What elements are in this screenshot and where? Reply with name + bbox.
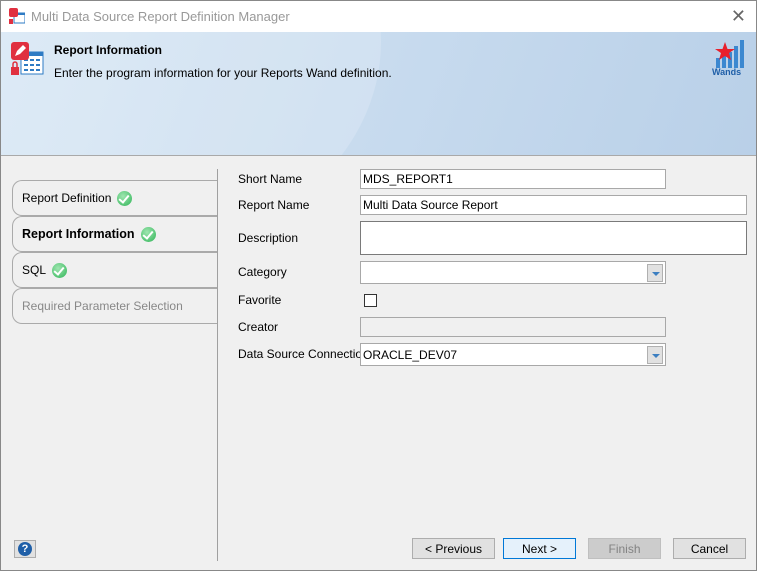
data-source-select[interactable]: ORACLE_DEV07 [360,343,666,366]
check-icon [117,190,133,206]
report-name-input[interactable]: Multi Data Source Report [360,195,747,215]
creator-label: Creator [238,320,279,334]
chevron-down-icon[interactable] [647,346,663,364]
favorite-checkbox[interactable] [364,294,377,307]
app-icon [9,8,25,24]
check-icon [140,226,156,242]
short-name-input[interactable]: MDS_REPORT1 [360,169,666,189]
finish-button: Finish [588,538,661,559]
tab-sql[interactable]: SQL [12,252,218,288]
panel-divider [217,169,218,561]
dialog-window: Multi Data Source Report Definition Mana… [0,0,757,571]
wizard-steps: Report Definition Report Information SQL… [12,180,218,324]
report-name-label: Report Name [238,198,310,212]
wands-logo: Wands [712,40,744,76]
tab-required-parameter-selection[interactable]: Required Parameter Selection [12,288,218,324]
creator-input [360,317,666,337]
check-icon [52,262,68,278]
tab-report-information[interactable]: Report Information [12,216,218,252]
previous-button[interactable]: < Previous [412,538,495,559]
cancel-button[interactable]: Cancel [673,538,746,559]
category-select[interactable] [360,261,666,284]
wizard-header: Report Information Enter the program inf… [1,32,756,156]
header-subtitle: Enter the program information for your R… [54,66,392,80]
help-button[interactable]: ? [14,540,36,558]
favorite-label: Favorite [238,293,282,307]
title-bar: Multi Data Source Report Definition Mana… [1,1,756,32]
description-textarea[interactable] [360,221,747,255]
close-icon[interactable]: ✕ [731,6,746,27]
data-source-label: Data Source Connection [238,347,369,361]
header-title: Report Information [54,43,162,57]
category-label: Category [238,265,287,279]
next-button[interactable]: Next > [503,538,576,559]
svg-text:Wands: Wands [712,67,741,76]
help-icon: ? [18,542,32,556]
description-label: Description [238,231,299,245]
chevron-down-icon[interactable] [647,264,663,282]
short-name-label: Short Name [238,172,303,186]
window-title: Multi Data Source Report Definition Mana… [31,9,290,24]
report-edit-icon [11,42,44,75]
tab-report-definition[interactable]: Report Definition [12,180,218,216]
